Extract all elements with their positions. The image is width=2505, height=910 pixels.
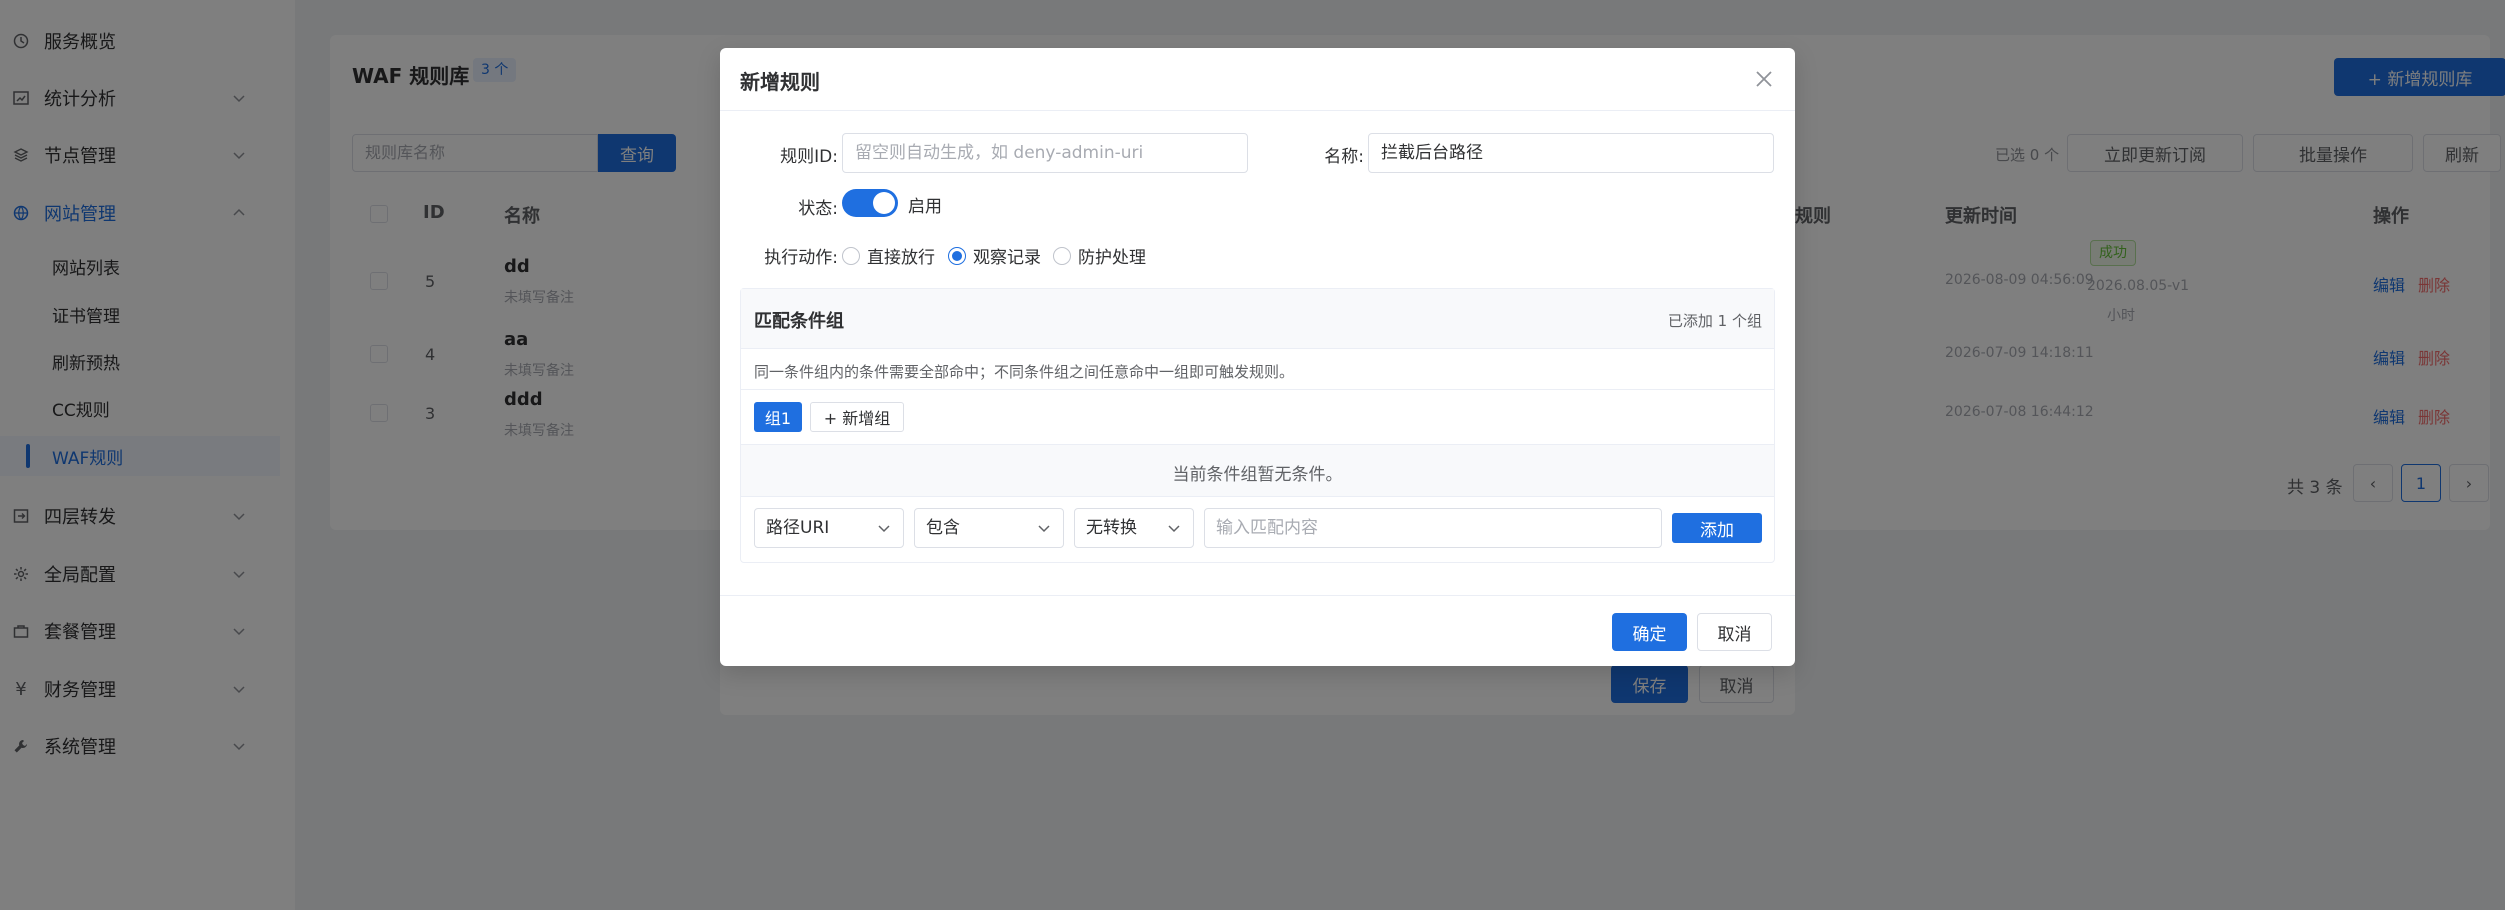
divider (720, 595, 1795, 596)
radio-dot (842, 246, 860, 265)
divider (741, 389, 1774, 390)
group-tip: 同一条件组内的条件需要全部命中；不同条件组之间任意命中一组即可触发规则。 (754, 363, 1295, 381)
rule-name-input[interactable]: 拦截后台路径 (1368, 133, 1774, 173)
radio-protect[interactable]: 防护处理 (1053, 243, 1146, 268)
select-value: 包含 (926, 518, 960, 538)
dialog-title: 新增规则 (740, 70, 820, 94)
radio-allow[interactable]: 直接放行 (842, 243, 935, 268)
cancel-button[interactable]: 取消 (1697, 613, 1772, 651)
action-label: 执行动作: (764, 248, 838, 268)
dialog-header: 新增规则 (720, 48, 1795, 111)
select-value: 无转换 (1086, 518, 1137, 538)
group-header: 匹配条件组 已添加 1 个组 (741, 289, 1774, 349)
radio-label: 直接放行 (867, 248, 935, 268)
rule-id-label: 规则ID: (780, 147, 838, 167)
close-icon[interactable] (1753, 68, 1775, 90)
add-group-button[interactable]: + 新增组 (810, 402, 904, 432)
match-content-input[interactable]: 输入匹配内容 (1204, 508, 1662, 548)
status-label: 状态: (798, 199, 838, 219)
chevron-down-icon (1168, 525, 1180, 533)
chevron-down-icon (878, 525, 890, 533)
select-value: 路径URI (766, 518, 830, 538)
chevron-down-icon (1038, 525, 1050, 533)
confirm-button[interactable]: 确定 (1612, 613, 1687, 651)
name-label: 名称: (1324, 147, 1364, 167)
field-select[interactable]: 路径URI (754, 508, 904, 548)
radio-label: 防护处理 (1078, 248, 1146, 268)
status-toggle-label: 启用 (908, 197, 942, 217)
radio-dot (948, 246, 966, 265)
add-condition-button[interactable]: 添加 (1672, 513, 1762, 543)
empty-conditions: 当前条件组暂无条件。 (741, 444, 1774, 497)
tab-group-1[interactable]: 组1 (754, 402, 802, 432)
add-rule-dialog: 新增规则 规则ID: 留空则自动生成，如 deny-admin-uri 名称: … (720, 48, 1795, 666)
transform-select[interactable]: 无转换 (1074, 508, 1194, 548)
empty-text: 当前条件组暂无条件。 (1172, 465, 1343, 485)
status-toggle[interactable] (842, 189, 898, 217)
match-condition-group: 匹配条件组 已添加 1 个组 同一条件组内的条件需要全部命中；不同条件组之间任意… (740, 288, 1775, 563)
radio-dot (1053, 246, 1071, 265)
group-title: 匹配条件组 (754, 311, 844, 332)
radio-observe[interactable]: 观察记录 (948, 243, 1041, 268)
group-count: 已添加 1 个组 (1667, 312, 1762, 330)
operator-select[interactable]: 包含 (914, 508, 1064, 548)
rule-id-input[interactable]: 留空则自动生成，如 deny-admin-uri (842, 133, 1248, 173)
radio-label: 观察记录 (973, 248, 1041, 268)
